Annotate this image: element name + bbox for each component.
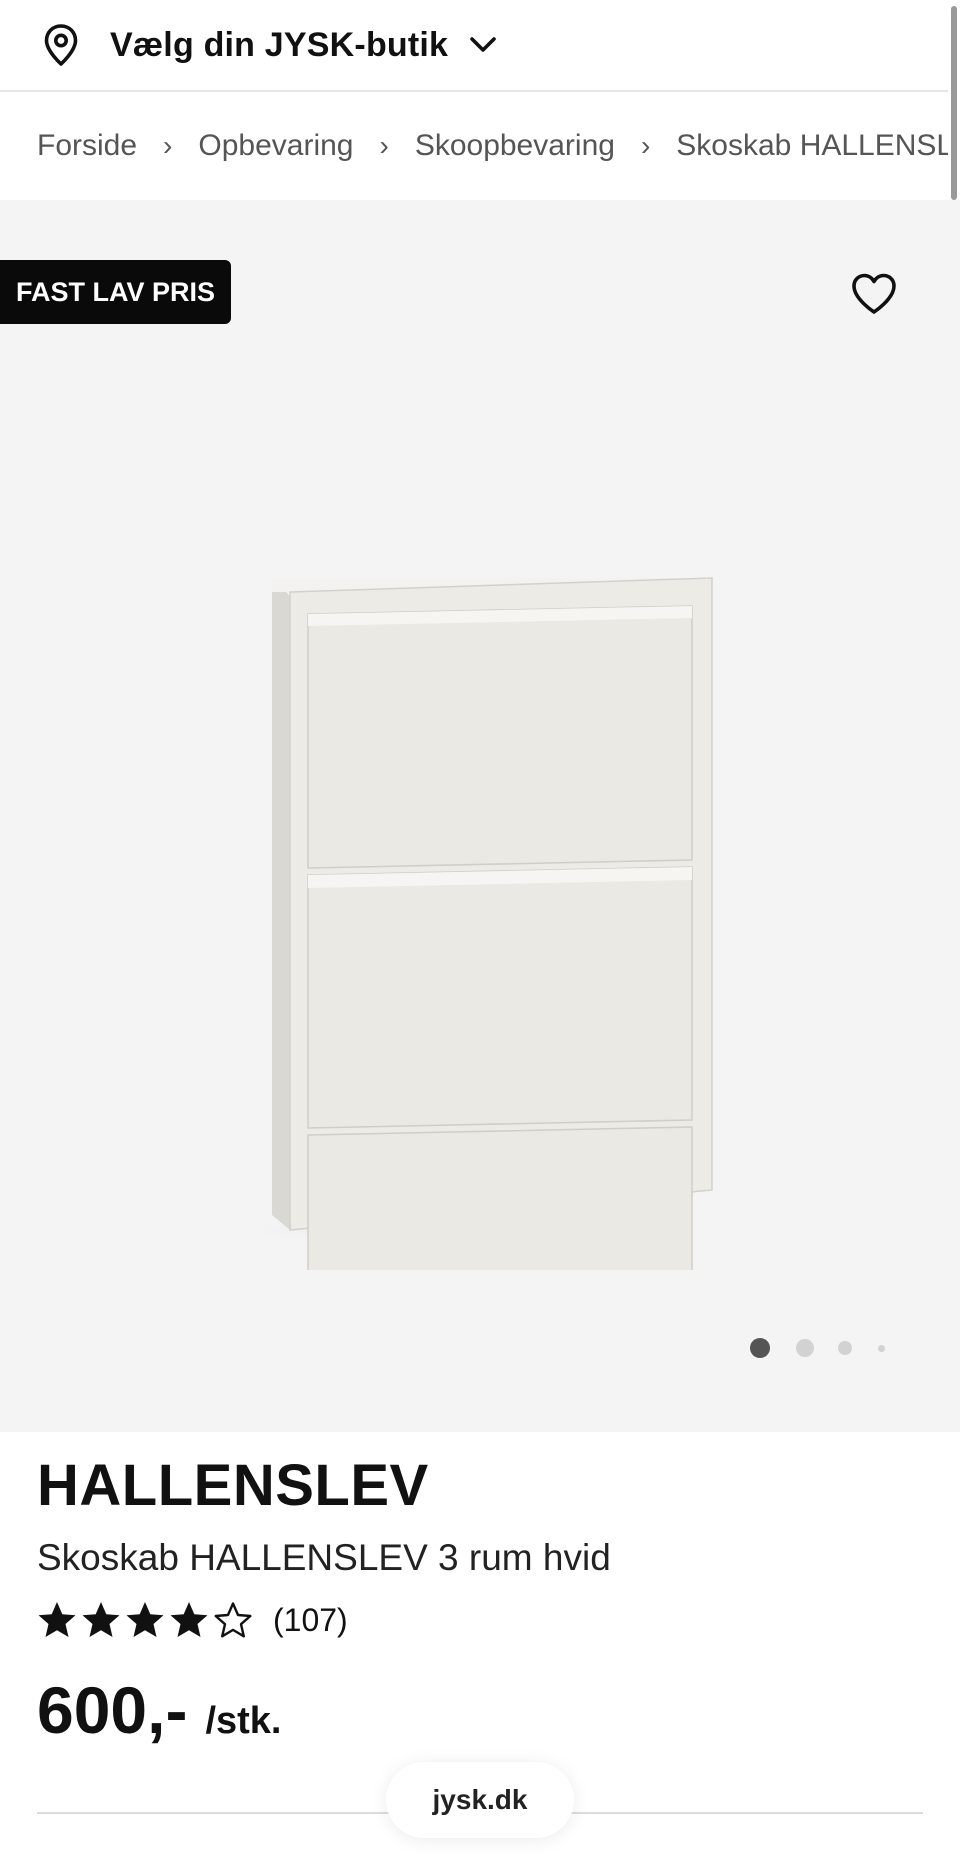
- product-image: [250, 577, 713, 1270]
- star-filled-icon: [82, 1602, 120, 1637]
- product-price: 600,-: [37, 1673, 188, 1747]
- price-unit: /stk.: [205, 1700, 282, 1742]
- map-pin-icon: [40, 21, 82, 69]
- breadcrumb: Forside › Opbevaring › Skoopbevaring › S…: [0, 92, 948, 200]
- breadcrumb-item-opbevaring[interactable]: Opbevaring: [198, 129, 353, 163]
- review-count[interactable]: (107): [273, 1602, 348, 1639]
- product-image-gallery[interactable]: FAST LAV PRIS: [0, 200, 960, 1432]
- heart-icon[interactable]: [850, 272, 898, 316]
- breadcrumb-separator-icon: ›: [640, 130, 651, 161]
- browser-address-pill[interactable]: jysk.dk: [386, 1762, 574, 1838]
- page-scrollbar[interactable]: [951, 6, 957, 200]
- star-filled-icon: [38, 1602, 76, 1637]
- product-rating[interactable]: (107): [37, 1600, 348, 1640]
- product-title: Skoskab HALLENSLEV 3 rum hvid: [37, 1537, 611, 1578]
- star-filled-icon: [126, 1602, 164, 1637]
- product-brand: HALLENSLEV: [37, 1453, 429, 1518]
- carousel-dot[interactable]: [838, 1341, 852, 1355]
- star-filled-icon: [170, 1602, 208, 1637]
- carousel-dot[interactable]: [796, 1339, 814, 1357]
- chevron-down-icon: [470, 30, 500, 60]
- breadcrumb-item-skoopbevaring[interactable]: Skoopbevaring: [415, 129, 615, 163]
- store-selector[interactable]: Vælg din JYSK-butik: [0, 0, 948, 92]
- carousel-dot[interactable]: [878, 1344, 885, 1352]
- star-empty-icon: [214, 1602, 252, 1638]
- breadcrumb-separator-icon: ›: [163, 130, 173, 161]
- carousel-indicators[interactable]: [750, 1338, 885, 1358]
- store-selector-label: Vælg din JYSK-butik: [110, 25, 449, 64]
- price-badge: FAST LAV PRIS: [0, 260, 232, 324]
- carousel-dot-active[interactable]: [750, 1338, 770, 1358]
- breadcrumb-separator-icon: ›: [379, 130, 389, 161]
- breadcrumb-item-forside[interactable]: Forside: [37, 129, 137, 163]
- price-row: 600,- /stk.: [37, 1672, 281, 1748]
- breadcrumb-item-current: Skoskab HALLENSLEV: [676, 129, 948, 162]
